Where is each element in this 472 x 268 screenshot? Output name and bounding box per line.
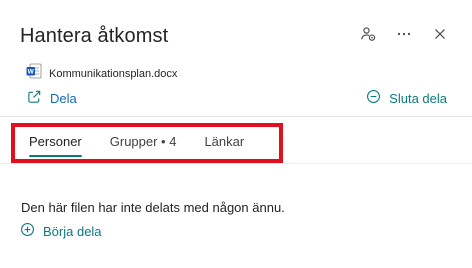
empty-state-message: Den här filen har inte delats med någon … <box>21 200 285 215</box>
share-label: Dela <box>50 90 77 106</box>
minus-circle-icon <box>366 89 381 107</box>
file-info: W Kommunikationsplan.docx <box>26 63 177 84</box>
stop-sharing-label: Sluta dela <box>389 90 447 106</box>
panel-title: Hantera åtkomst <box>20 25 169 47</box>
header-divider <box>0 116 472 117</box>
header-actions <box>358 24 450 44</box>
file-name: Kommunikationsplan.docx <box>49 67 178 80</box>
share-button[interactable]: Dela <box>27 89 77 107</box>
plus-circle-icon <box>20 222 35 240</box>
tabs-highlight-box <box>11 123 283 163</box>
more-options-icon[interactable] <box>394 24 414 44</box>
word-document-icon: W <box>26 63 42 84</box>
start-sharing-label: Börja dela <box>43 223 102 239</box>
share-icon <box>27 89 42 107</box>
people-settings-icon[interactable] <box>358 24 378 44</box>
tabs-divider <box>0 163 472 164</box>
svg-text:W: W <box>28 69 35 76</box>
close-icon[interactable] <box>430 24 450 44</box>
stop-sharing-button[interactable]: Sluta dela <box>366 89 447 107</box>
start-sharing-button[interactable]: Börja dela <box>20 222 102 240</box>
